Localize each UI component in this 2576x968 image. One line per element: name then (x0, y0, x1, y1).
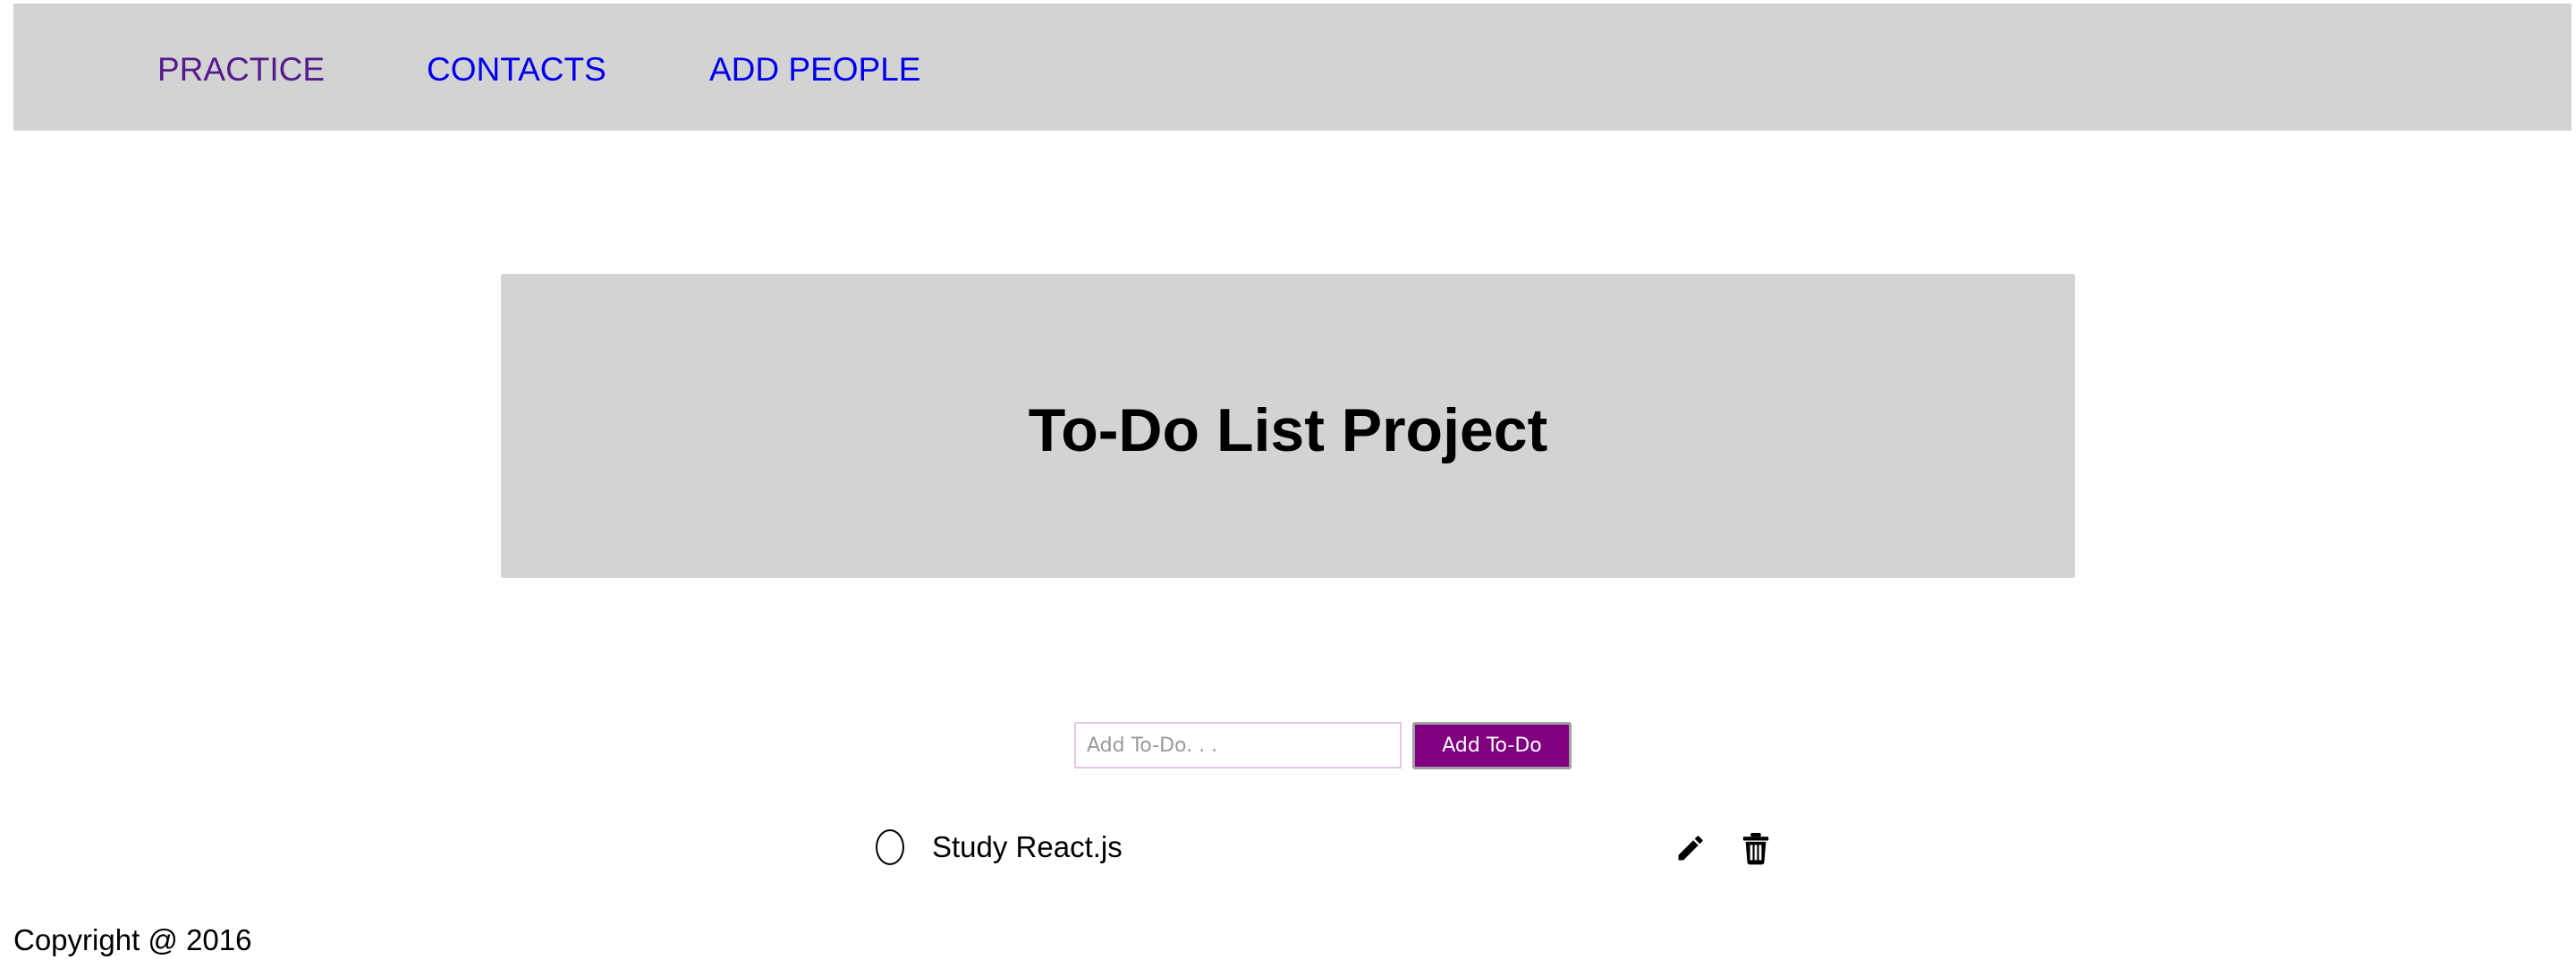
trash-icon-glyph (1742, 833, 1769, 865)
trash-icon[interactable] (1737, 829, 1775, 867)
pencil-icon-glyph (1678, 836, 1703, 861)
footer-copyright: Copyright @ 2016 (13, 923, 252, 956)
add-todo-button[interactable]: Add To-Do (1412, 722, 1572, 769)
todo-input[interactable] (1074, 722, 1402, 768)
nav-link-add-people[interactable]: ADD PEOPLE (709, 50, 920, 89)
page: PRACTICE CONTACTS ADD PEOPLE To-Do List … (0, 0, 2576, 968)
todo-list-item: Study React.js (859, 819, 1789, 876)
top-nav: PRACTICE CONTACTS ADD PEOPLE (13, 4, 2572, 131)
page-title: To-Do List Project (1028, 396, 1548, 464)
nav-link-practice[interactable]: PRACTICE (157, 50, 325, 89)
todo-text: Study React.js (932, 830, 1123, 863)
complete-toggle[interactable] (876, 829, 904, 865)
nav-link-contacts[interactable]: CONTACTS (427, 50, 606, 89)
pencil-icon[interactable] (1672, 829, 1709, 867)
hero-banner: To-Do List Project (501, 274, 2075, 578)
